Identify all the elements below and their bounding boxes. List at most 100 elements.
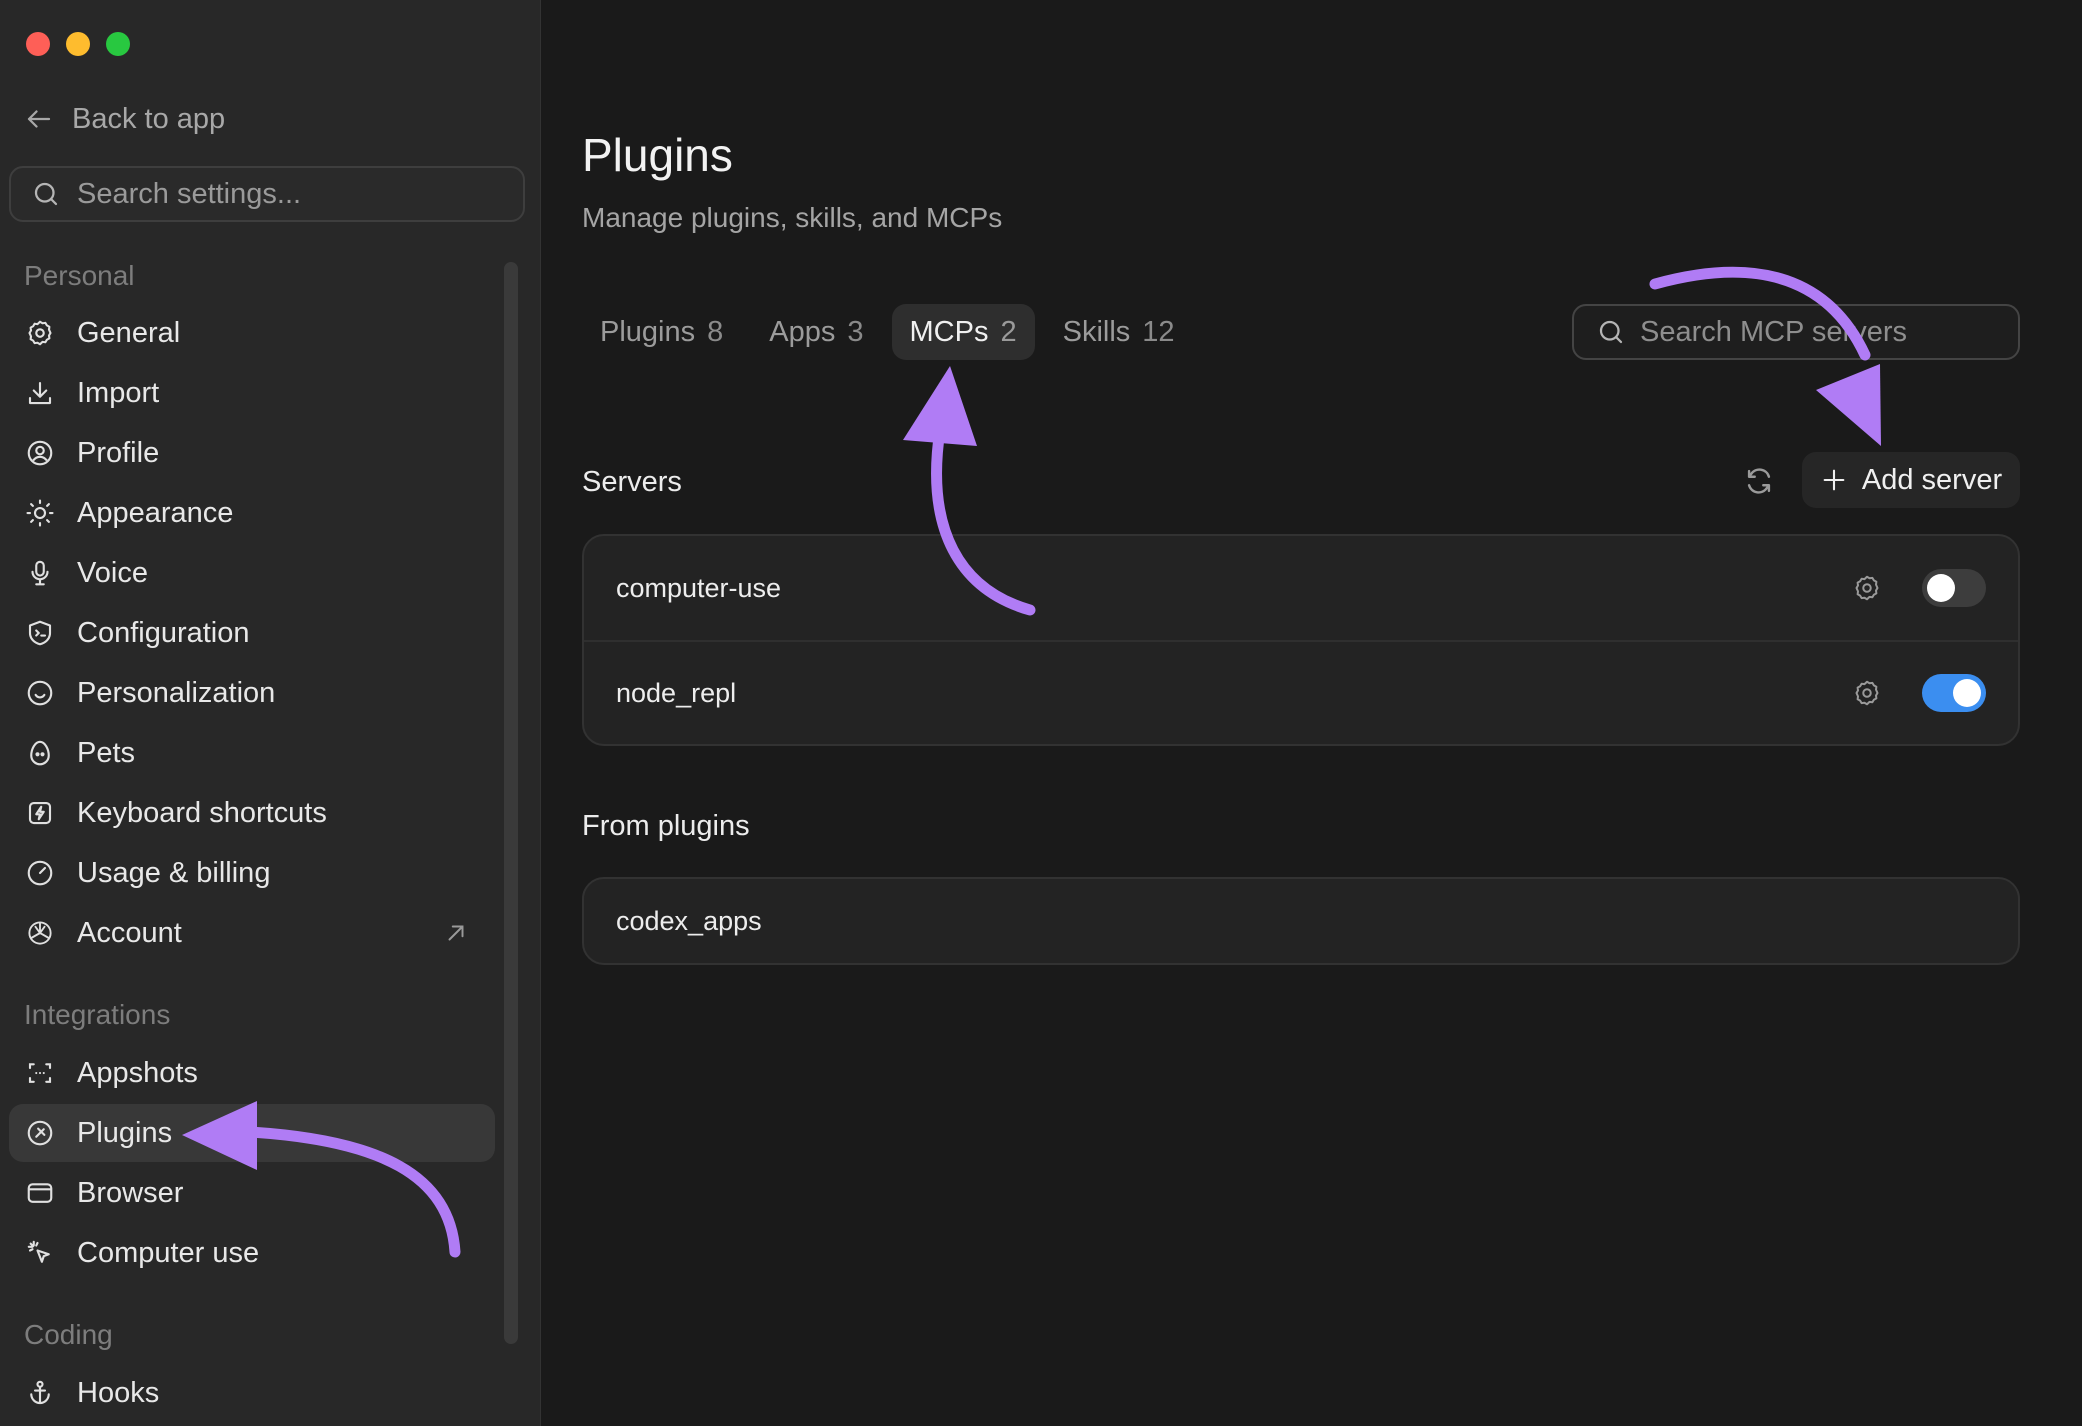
arrow-left-icon	[27, 110, 51, 128]
plug-circle-icon	[25, 1118, 55, 1148]
sidebar-item-general[interactable]: General	[9, 304, 495, 362]
tab-count: 3	[847, 315, 864, 348]
tab-label: Skills	[1062, 315, 1131, 348]
add-server-label: Add server	[1861, 463, 2003, 496]
screenshot-frame-icon	[25, 1058, 55, 1088]
sidebar-item-label: Account	[77, 916, 182, 949]
add-server-button[interactable]: Add server	[1802, 452, 2020, 508]
sidebar-item-keyboard-shortcuts[interactable]: Keyboard shortcuts	[9, 784, 495, 842]
maximize-window-button[interactable]	[106, 32, 130, 56]
shield-terminal-icon	[25, 618, 55, 648]
server-name: codex_apps	[616, 905, 762, 936]
tab-plugins[interactable]: Plugins 8	[582, 304, 741, 360]
sidebar-item-label: Profile	[77, 436, 160, 469]
tab-count: 2	[1000, 315, 1017, 348]
server-enabled-toggle[interactable]	[1922, 569, 1986, 607]
server-name: computer-use	[616, 572, 782, 603]
sidebar-item-label: Plugins	[77, 1116, 173, 1149]
from-plugins-heading: From plugins	[582, 810, 750, 842]
sidebar-item-browser[interactable]: Browser	[9, 1164, 495, 1222]
plugin-server-row[interactable]: codex_apps	[584, 879, 2018, 963]
sun-icon	[25, 498, 55, 528]
settings-sidebar: Back to app Personal General Import Prof…	[0, 0, 541, 1426]
sidebar-item-label: Personalization	[77, 676, 276, 709]
tab-skills[interactable]: Skills 12	[1045, 304, 1193, 360]
tab-apps[interactable]: Apps 3	[751, 304, 881, 360]
smile-icon	[25, 678, 55, 708]
browser-window-icon	[25, 1178, 55, 1208]
tab-count: 12	[1142, 315, 1175, 348]
refresh-icon[interactable]	[1742, 464, 1776, 498]
window-controls	[26, 32, 130, 56]
section-label-integrations: Integrations	[24, 999, 171, 1030]
section-label-coding: Coding	[24, 1319, 113, 1350]
bolt-square-icon	[25, 798, 55, 828]
sidebar-item-label: Import	[77, 376, 160, 409]
tab-label: MCPs	[909, 315, 989, 348]
gauge-icon	[25, 858, 55, 888]
minimize-window-button[interactable]	[66, 32, 90, 56]
servers-heading: Servers	[582, 466, 682, 498]
server-enabled-toggle[interactable]	[1922, 674, 1986, 712]
server-row: computer-use	[584, 536, 2018, 640]
microphone-icon	[25, 558, 55, 588]
openai-logo-icon	[25, 918, 55, 948]
page-subtitle: Manage plugins, skills, and MCPs	[582, 202, 1003, 233]
sidebar-item-voice[interactable]: Voice	[9, 544, 495, 602]
sidebar-scrollbar[interactable]	[504, 262, 518, 1344]
tab-label: Plugins	[600, 315, 696, 348]
anchor-icon	[25, 1378, 55, 1408]
sidebar-item-label: Voice	[77, 556, 148, 589]
sidebar-item-configuration[interactable]: Configuration	[9, 604, 495, 662]
plugin-tabs: Plugins 8 Apps 3 MCPs 2 Skills 12	[582, 304, 1193, 360]
plus-icon	[1823, 469, 1845, 491]
server-name: node_repl	[616, 677, 737, 708]
sidebar-item-appshots[interactable]: Appshots	[9, 1044, 495, 1102]
sidebar-item-label: Hooks	[77, 1376, 160, 1409]
cursor-click-icon	[25, 1238, 55, 1268]
plugin-servers-list: codex_apps	[582, 877, 2020, 965]
mcp-search[interactable]	[1572, 304, 2020, 360]
sidebar-item-label: Usage & billing	[77, 856, 271, 889]
sidebar-item-personalization[interactable]: Personalization	[9, 664, 495, 722]
sidebar-item-label: Computer use	[77, 1236, 260, 1269]
search-icon	[1599, 320, 1623, 344]
sidebar-item-computer-use[interactable]: Computer use	[9, 1224, 495, 1282]
sidebar-item-label: General	[77, 316, 181, 349]
section-label-personal: Personal	[24, 260, 135, 291]
user-circle-icon	[25, 438, 55, 468]
sidebar-item-label: Appearance	[77, 496, 234, 529]
gear-icon	[25, 318, 55, 348]
sidebar-item-label: Browser	[77, 1176, 184, 1209]
sidebar-item-appearance[interactable]: Appearance	[9, 484, 495, 542]
sidebar-item-plugins[interactable]: Plugins	[9, 1104, 495, 1162]
back-to-app-label: Back to app	[72, 102, 226, 135]
sidebar-item-pets[interactable]: Pets	[9, 724, 495, 782]
tab-label: Apps	[769, 315, 836, 348]
sidebar-item-label: Appshots	[77, 1056, 198, 1089]
sidebar-item-profile[interactable]: Profile	[9, 424, 495, 482]
toggle-knob	[1953, 679, 1981, 707]
sidebar-item-label: Keyboard shortcuts	[77, 796, 327, 829]
egg-icon	[25, 738, 55, 768]
server-row: node_repl	[584, 640, 2018, 744]
gear-icon[interactable]	[1852, 678, 1882, 708]
download-icon	[25, 378, 55, 408]
tab-mcps[interactable]: MCPs 2	[891, 304, 1035, 360]
external-link-icon	[448, 925, 464, 941]
back-to-app-link[interactable]: Back to app	[24, 96, 225, 142]
page-title: Plugins	[582, 129, 733, 181]
sidebar-item-label: Pets	[77, 736, 136, 769]
close-window-button[interactable]	[26, 32, 50, 56]
sidebar-item-hooks[interactable]: Hooks	[9, 1364, 495, 1422]
sidebar-item-import[interactable]: Import	[9, 364, 495, 422]
gear-icon[interactable]	[1852, 573, 1882, 603]
settings-search[interactable]	[9, 166, 525, 222]
sidebar-item-account[interactable]: Account	[9, 904, 495, 962]
mcp-search-input[interactable]	[1640, 315, 2010, 349]
search-icon	[34, 182, 58, 206]
servers-list: computer-use node_repl	[582, 534, 2020, 746]
sidebar-item-usage-billing[interactable]: Usage & billing	[9, 844, 495, 902]
tab-count: 8	[707, 315, 724, 348]
settings-search-input[interactable]	[77, 177, 497, 211]
